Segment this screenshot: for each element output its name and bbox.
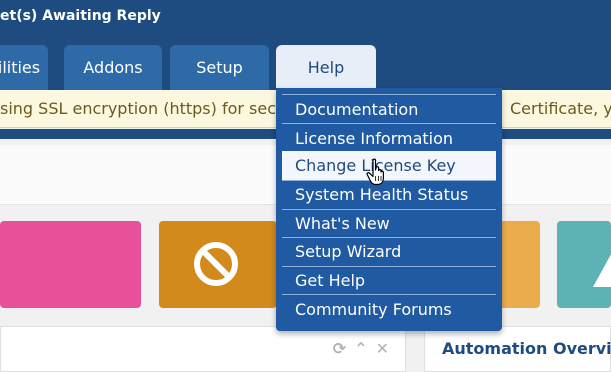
stat-tile-orange[interactable] <box>159 221 277 308</box>
alert-text-start: sing SSL encryption (https) for securit <box>0 99 304 118</box>
refresh-icon[interactable]: ⟳ <box>333 339 346 358</box>
automation-overview-widget: Automation Overview <box>424 326 611 372</box>
menu-item-get-help[interactable]: Get Help <box>282 266 496 295</box>
menu-item-license-information[interactable]: License Information <box>282 124 496 153</box>
hand-pointer-icon <box>366 158 384 186</box>
nav-tab-utilities[interactable]: ilities <box>0 45 48 90</box>
help-dropdown-menu: Documentation License Information Change… <box>276 88 502 331</box>
warning-icon <box>593 254 611 287</box>
stat-tile-pink[interactable] <box>0 221 141 308</box>
widget-title: Automation Overview <box>442 339 611 358</box>
menu-item-community-forums[interactable]: Community Forums <box>282 295 496 324</box>
close-icon[interactable]: ✕ <box>376 339 389 358</box>
stat-tile-lightorange[interactable] <box>497 221 540 308</box>
ban-icon <box>194 242 238 286</box>
nav-tab-setup[interactable]: Setup <box>170 45 269 90</box>
alert-text-end: Certificate, you <box>510 99 611 118</box>
widget-controls: ⟳ ⌃ ✕ <box>333 339 389 358</box>
menu-item-whats-new[interactable]: What's New <box>282 209 496 238</box>
chevron-up-icon[interactable]: ⌃ <box>354 339 367 358</box>
menu-item-setup-wizard[interactable]: Setup Wizard <box>282 237 496 266</box>
main-navigation: ilities Addons Setup Help <box>0 37 611 90</box>
stat-tile-teal[interactable] <box>557 221 611 308</box>
nav-tab-help[interactable]: Help <box>276 45 376 90</box>
dashboard-widget-left: ⟳ ⌃ ✕ <box>0 326 406 372</box>
menu-item-system-health-status[interactable]: System Health Status <box>282 180 496 209</box>
menu-item-change-license-key[interactable]: Change License Key <box>282 151 496 180</box>
awaiting-reply-link[interactable]: et(s) Awaiting Reply <box>0 8 161 24</box>
top-header-bar: et(s) Awaiting Reply <box>0 0 611 37</box>
nav-tab-addons[interactable]: Addons <box>64 45 162 90</box>
menu-item-documentation[interactable]: Documentation <box>282 95 496 124</box>
